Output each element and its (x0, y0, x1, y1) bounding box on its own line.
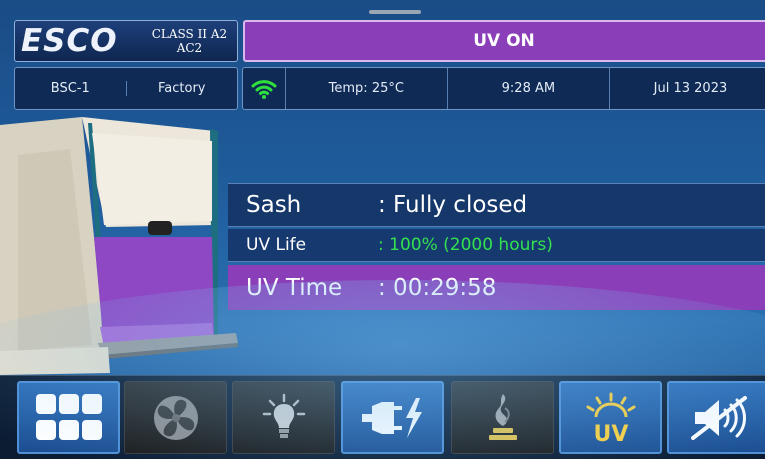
fan-button[interactable] (124, 381, 227, 454)
fan-icon (153, 395, 198, 440)
alarm-mute-button[interactable] (667, 381, 765, 454)
cabinet-id: BSC-1 (50, 81, 90, 96)
uv-button[interactable]: UV (559, 381, 662, 454)
wifi-icon[interactable] (243, 68, 285, 109)
menu-grid-icon (35, 393, 102, 440)
outlet-button[interactable] (341, 381, 444, 454)
clock-time[interactable]: 9:28 AM (448, 81, 609, 96)
uv-time-label: UV Time (246, 274, 343, 301)
gas-burner-icon (488, 393, 517, 440)
uv-button-text: UV (593, 422, 628, 445)
uv-time-value: : 00:29:58 (378, 274, 497, 301)
brand-panel: ESCO CLASS II A2 AC2 (14, 20, 238, 62)
main-screen: ESCO CLASS II A2 AC2 UV ON BSC-1 Factory… (0, 0, 765, 459)
uv-lamp-icon: UV (586, 392, 635, 445)
uv-time-row: UV Time : 00:29:58 (228, 265, 765, 310)
uv-life-label: UV Life (246, 235, 307, 255)
bezel-notch (369, 10, 421, 14)
biosafety-cabinet-illustration (0, 117, 238, 375)
user-name[interactable]: Factory (125, 81, 238, 96)
cabinet-class-line2: AC2 (176, 41, 203, 55)
temperature-readout: Temp: 25°C (328, 81, 404, 96)
cabinet-class-line1: CLASS II A2 (151, 27, 228, 41)
cabinet-info-bar: BSC-1 Factory (14, 67, 238, 110)
status-banner: UV ON (243, 20, 765, 62)
gas-button[interactable] (451, 381, 554, 454)
sash-value: : Fully closed (378, 192, 528, 218)
uv-life-value: : 100% (2000 hours) (378, 235, 553, 255)
sash-label: Sash (246, 192, 302, 218)
clock-date[interactable]: Jul 13 2023 (610, 81, 765, 96)
menu-button[interactable] (17, 381, 120, 454)
alarm-mute-icon (690, 395, 747, 440)
brand-logo: ESCO (21, 23, 118, 59)
lamp-icon (262, 393, 305, 438)
power-outlet-icon (361, 397, 422, 438)
system-info-bar: Temp: 25°C 9:28 AM Jul 13 2023 (242, 67, 765, 110)
light-button[interactable] (232, 381, 335, 454)
cabinet-class: CLASS II A2 AC2 (142, 27, 237, 55)
sash-status-row: Sash : Fully closed (228, 183, 765, 227)
uv-life-row: UV Life : 100% (2000 hours) (228, 229, 765, 262)
